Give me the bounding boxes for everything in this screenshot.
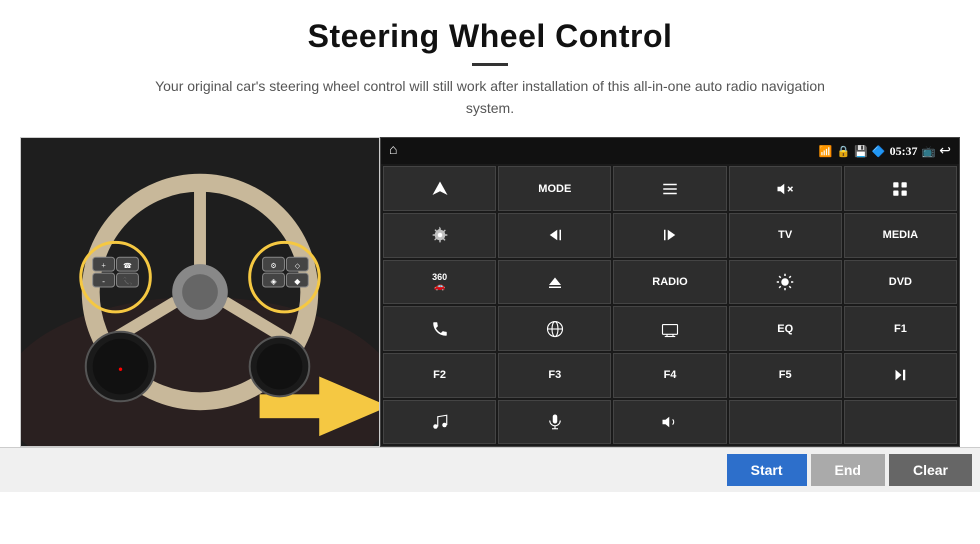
microphone-button[interactable] [498,400,611,445]
svg-text:⚙: ⚙ [270,263,276,271]
dvd-button[interactable]: DVD [844,260,957,305]
page-title: Steering Wheel Control [140,18,840,55]
list-button[interactable] [613,166,726,211]
f3-button[interactable]: F3 [498,353,611,398]
wifi-icon: 📶 [819,145,833,158]
360-button[interactable]: 360🚗 [383,260,496,305]
bottom-action-bar: Start End Clear [0,447,980,492]
media-button[interactable]: MEDIA [844,213,957,258]
lock-icon: 🔒 [836,145,850,158]
page-container: Steering Wheel Control Your original car… [0,0,980,544]
eq-button[interactable]: EQ [729,306,842,351]
apps-button[interactable] [844,166,957,211]
empty-cell-1 [729,400,842,445]
screen-button[interactable] [613,306,726,351]
phone-button[interactable] [383,306,496,351]
brightness-button[interactable] [729,260,842,305]
mute-button[interactable] [729,166,842,211]
steering-wheel-image: + - ☎ 📞 ⚙ ◈ ◇ ◆ [20,137,380,447]
content-row: + - ☎ 📞 ⚙ ◈ ◇ ◆ [0,137,980,447]
android-panel: ⌂ 📶 🔒 💾 🔷 05:37 📺 ↩ [380,137,960,447]
prev-button[interactable] [498,213,611,258]
buttons-grid: MODE [381,164,959,446]
f2-button[interactable]: F2 [383,353,496,398]
svg-text:◆: ◆ [294,277,301,286]
volume-button[interactable] [613,400,726,445]
header-section: Steering Wheel Control Your original car… [140,0,840,127]
status-time: 05:37 [890,144,918,159]
start-button[interactable]: Start [727,454,807,486]
home-icon[interactable]: ⌂ [389,143,397,159]
settings-button[interactable] [383,213,496,258]
bluetooth-icon: 🔷 [872,145,886,158]
empty-cell-2 [844,400,957,445]
eject-button[interactable] [498,260,611,305]
clear-button[interactable]: Clear [889,454,972,486]
tv-button[interactable]: TV [729,213,842,258]
mode-button[interactable]: MODE [498,166,611,211]
svg-text:☎: ☎ [123,263,132,271]
browser-button[interactable] [498,306,611,351]
end-button[interactable]: End [811,454,885,486]
f5-button[interactable]: F5 [729,353,842,398]
subtitle: Your original car's steering wheel contr… [140,76,840,119]
title-divider [472,63,508,66]
status-bar: ⌂ 📶 🔒 💾 🔷 05:37 📺 ↩ [381,138,959,164]
svg-text:📞: 📞 [123,276,133,286]
radio-button[interactable]: RADIO [613,260,726,305]
screen-cast-icon: 📺 [922,145,936,158]
svg-text:●: ● [118,365,123,374]
nav-button[interactable] [383,166,496,211]
svg-text:-: - [102,277,105,286]
status-right: 📶 🔒 💾 🔷 05:37 📺 ↩ [819,143,951,160]
next-button[interactable] [613,213,726,258]
svg-text:◇: ◇ [295,263,301,271]
f1-button[interactable]: F1 [844,306,957,351]
svg-text:+: + [101,262,106,271]
sd-icon: 💾 [854,145,868,158]
back-nav-icon[interactable]: ↩ [939,143,951,160]
f4-button[interactable]: F4 [613,353,726,398]
music-button[interactable] [383,400,496,445]
play-pause-button[interactable] [844,353,957,398]
svg-text:◈: ◈ [270,277,277,286]
